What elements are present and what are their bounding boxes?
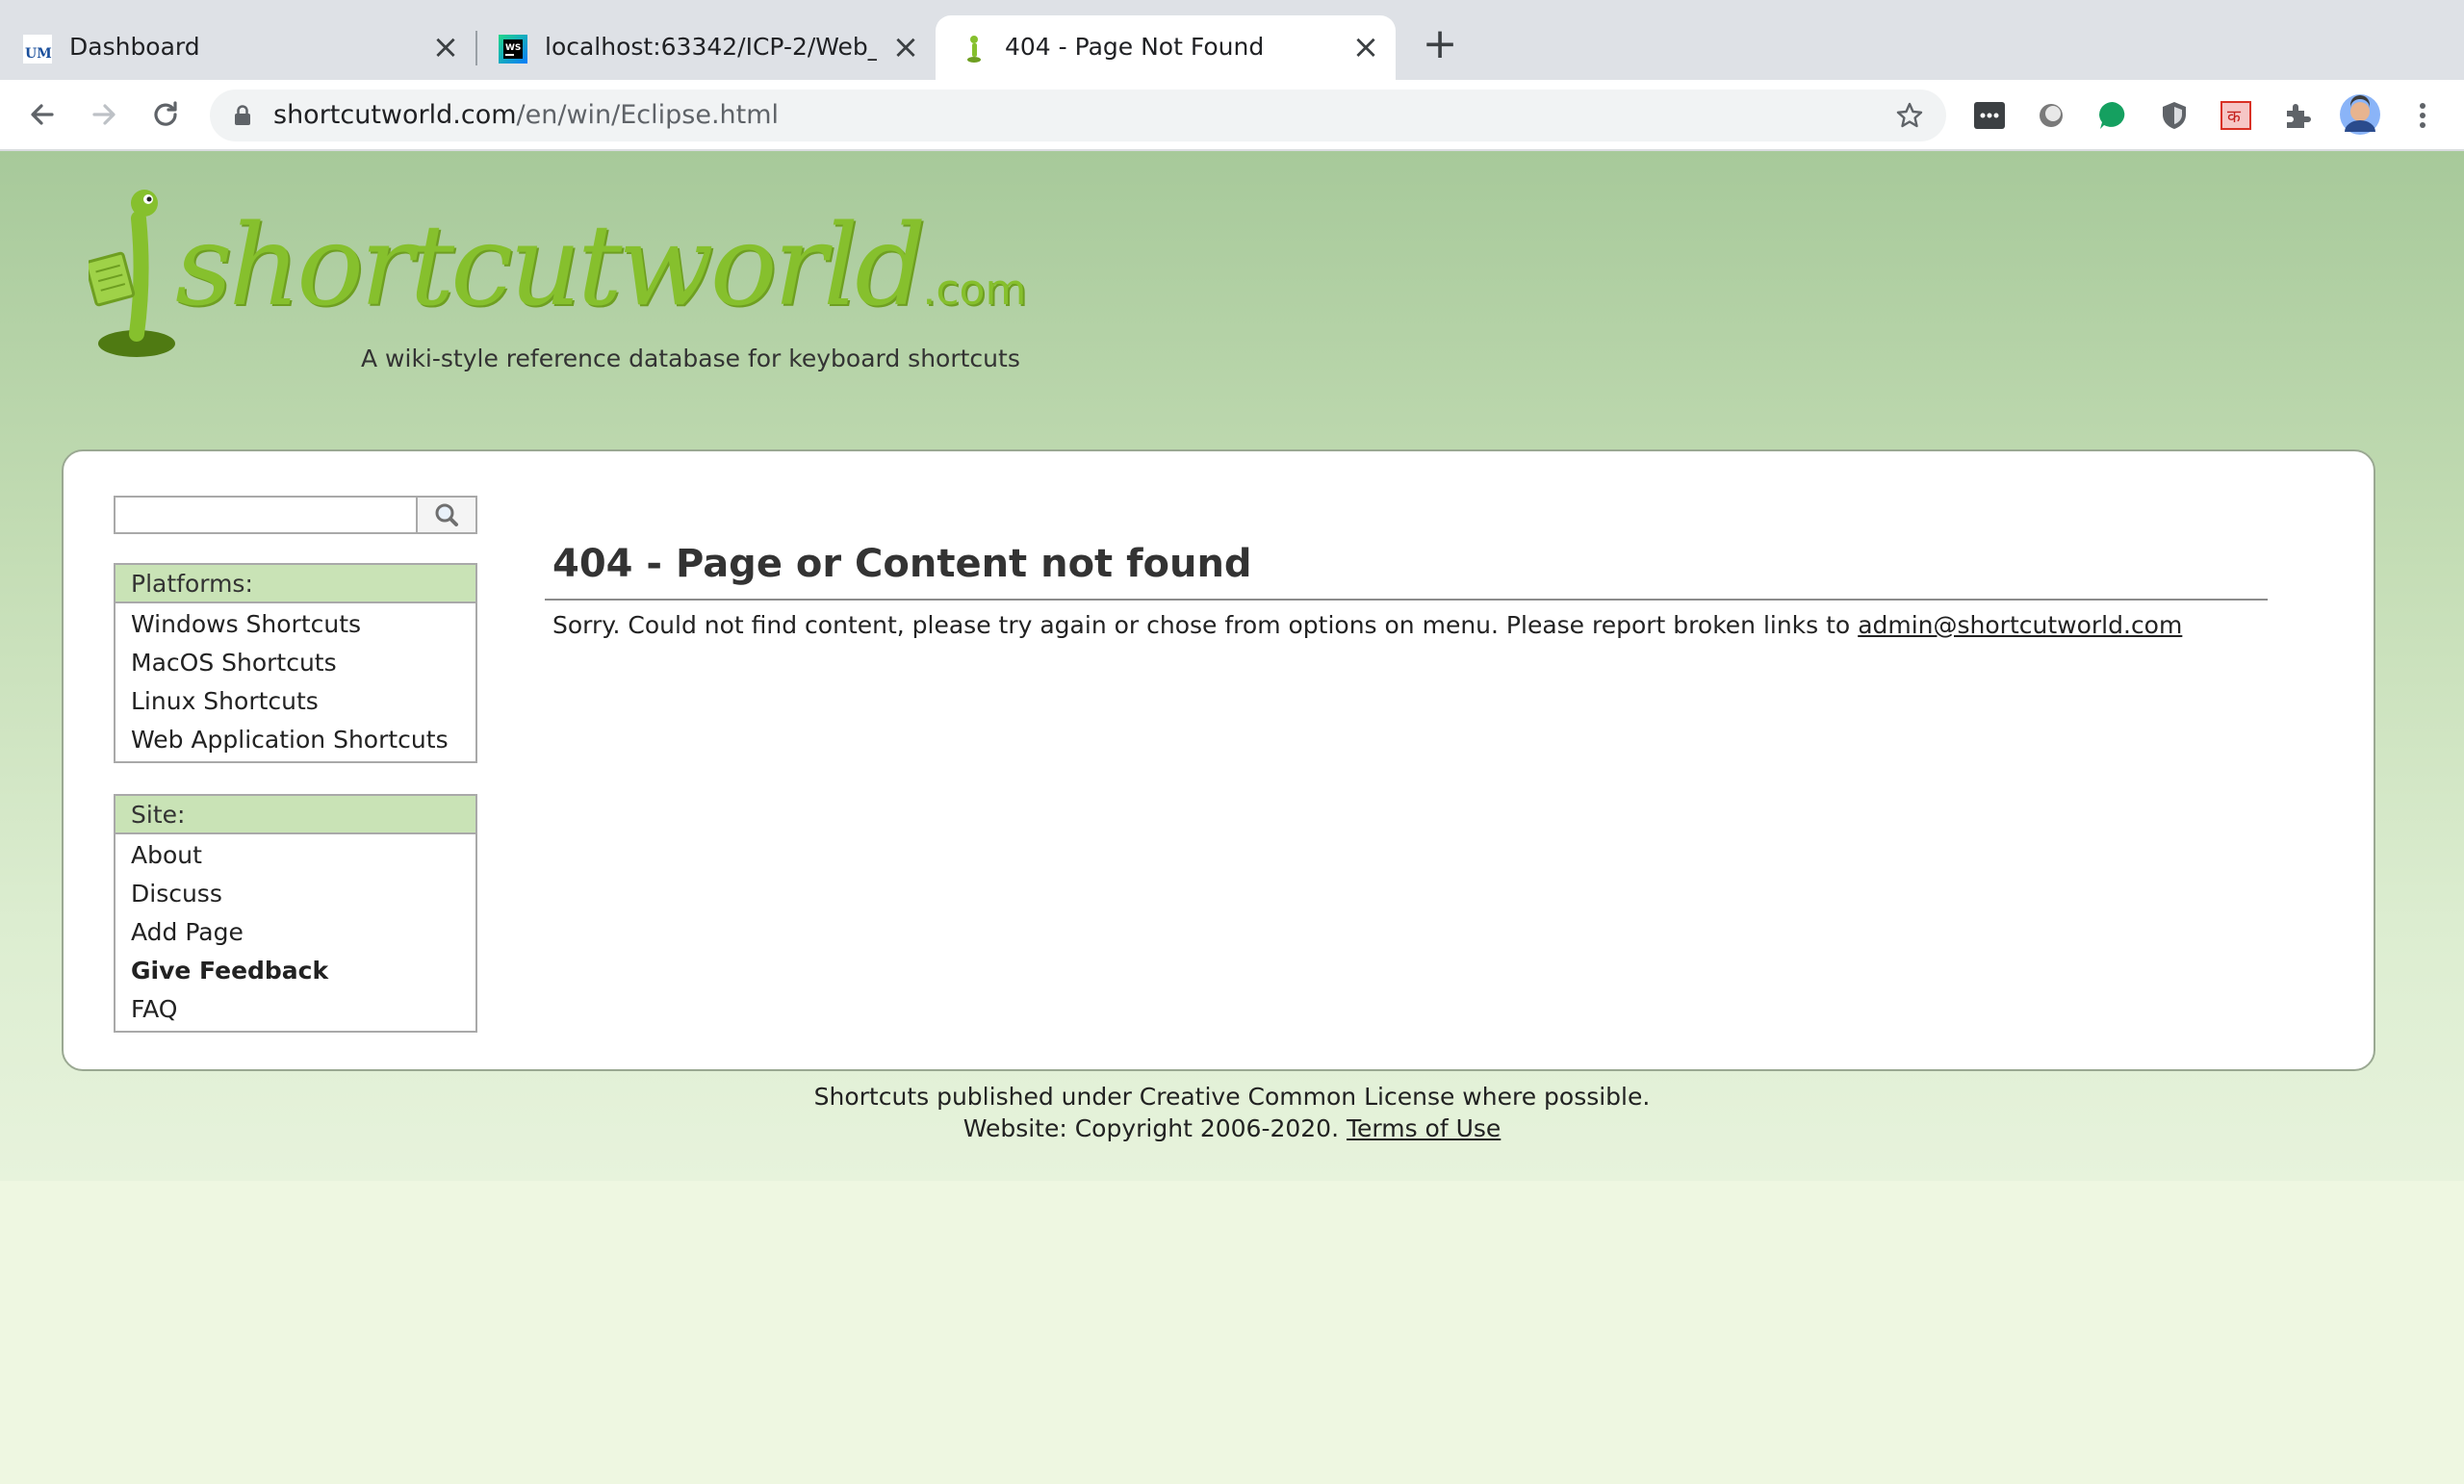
- error-message-text: Sorry. Could not find content, please tr…: [552, 611, 1859, 639]
- page-title: 404 - Page or Content not found: [552, 542, 1252, 586]
- web-page: shortcutworld.com A wiki-style reference…: [0, 151, 2464, 1181]
- extension-translate-icon[interactable]: क: [2220, 99, 2252, 132]
- menu-item-discuss[interactable]: Discuss: [116, 875, 475, 913]
- search-box: [114, 496, 477, 534]
- new-tab-button[interactable]: +: [1421, 23, 1459, 65]
- terms-of-use-link[interactable]: Terms of Use: [1347, 1114, 1501, 1142]
- tab-title: Dashboard: [69, 33, 200, 61]
- logo-suffix: .com: [922, 266, 1027, 315]
- tab-title: 404 - Page Not Found: [1005, 33, 1265, 61]
- logo-name: shortcutworld: [175, 201, 926, 331]
- menu-item-linux-shortcuts[interactable]: Linux Shortcuts: [116, 682, 475, 721]
- search-icon: [435, 503, 458, 526]
- close-tab-icon[interactable]: ×: [429, 31, 462, 64]
- footer-copyright-text: Website: Copyright 2006-2020.: [962, 1114, 1347, 1142]
- footer-license-text: Shortcuts published under Creative Commo…: [813, 1083, 1651, 1111]
- menu-item-give-feedback[interactable]: Give Feedback: [116, 952, 475, 990]
- site-tagline: A wiki-style reference database for keyb…: [361, 345, 1020, 372]
- svg-text:क: क: [2227, 107, 2242, 127]
- tab-title: localhost:63342/ICP-2/Web_Le: [545, 33, 877, 61]
- url-path: /en/win/Eclipse.html: [516, 100, 780, 130]
- browser-toolbar: shortcutworld.com/en/win/Eclipse.html क: [0, 80, 2464, 151]
- url-host: shortcutworld.com: [273, 100, 517, 130]
- url-text: shortcutworld.com/en/win/Eclipse.html: [273, 100, 779, 130]
- reload-icon[interactable]: [146, 95, 185, 134]
- address-bar[interactable]: shortcutworld.com/en/win/Eclipse.html: [210, 90, 1946, 141]
- lock-icon[interactable]: [231, 104, 254, 127]
- umkc-favicon-icon: UMKC: [23, 35, 52, 64]
- close-tab-icon[interactable]: ×: [1349, 31, 1382, 64]
- menu-item-faq[interactable]: FAQ: [116, 990, 475, 1029]
- extension-shield-icon[interactable]: [2158, 99, 2191, 132]
- page-footer: Shortcuts published under Creative Commo…: [0, 1081, 2464, 1144]
- svg-text:UMKC: UMKC: [25, 46, 52, 62]
- footer-copyright: Website: Copyright 2006-2020. Terms of U…: [0, 1113, 2464, 1144]
- tab-localhost[interactable]: WS localhost:63342/ICP-2/Web_Le ×: [475, 15, 934, 80]
- extensions-puzzle-icon[interactable]: [2281, 99, 2314, 132]
- extension-dots-icon[interactable]: [1973, 99, 2006, 132]
- search-button[interactable]: [416, 498, 475, 532]
- content-panel: Platforms: Windows Shortcuts MacOS Short…: [62, 449, 2375, 1071]
- menu-item-about[interactable]: About: [116, 836, 475, 875]
- webstorm-favicon-icon: WS: [499, 35, 527, 64]
- browser-tab-strip: UMKC Dashboard × WS localhost:63342/ICP-…: [0, 0, 2464, 80]
- profile-avatar-icon[interactable]: [2339, 93, 2381, 136]
- forward-arrow-icon[interactable]: [85, 95, 123, 134]
- admin-email-link[interactable]: admin@shortcutworld.com: [1858, 611, 2182, 639]
- logo-mascot-icon: [89, 190, 175, 357]
- back-arrow-icon[interactable]: [23, 95, 62, 134]
- platforms-menu: Platforms: Windows Shortcuts MacOS Short…: [114, 563, 477, 763]
- menu-item-windows-shortcuts[interactable]: Windows Shortcuts: [116, 605, 475, 644]
- menu-item-macos-shortcuts[interactable]: MacOS Shortcuts: [116, 644, 475, 682]
- error-message: Sorry. Could not find content, please tr…: [552, 611, 2182, 639]
- tab-dashboard[interactable]: UMKC Dashboard ×: [0, 15, 466, 80]
- extension-circle-icon[interactable]: [2035, 99, 2067, 132]
- shortcutworld-favicon-icon: [967, 36, 981, 63]
- extension-green-bubble-icon[interactable]: [2096, 99, 2129, 132]
- platforms-menu-heading: Platforms:: [116, 565, 475, 603]
- svg-text:WS: WS: [505, 43, 521, 53]
- tab-404[interactable]: 404 - Page Not Found ×: [936, 15, 1396, 80]
- menu-item-web-application-shortcuts[interactable]: Web Application Shortcuts: [116, 721, 475, 759]
- logo-wordmark: shortcutworld.com: [175, 201, 1026, 331]
- close-tab-icon[interactable]: ×: [889, 31, 922, 64]
- title-divider: [545, 599, 2268, 601]
- site-menu: Site: About Discuss Add Page Give Feedba…: [114, 794, 477, 1033]
- site-menu-heading: Site:: [116, 796, 475, 834]
- search-input[interactable]: [116, 498, 418, 532]
- bookmark-star-icon[interactable]: [1894, 100, 1925, 131]
- menu-kebab-icon[interactable]: [2406, 99, 2439, 132]
- menu-item-add-page[interactable]: Add Page: [116, 913, 475, 952]
